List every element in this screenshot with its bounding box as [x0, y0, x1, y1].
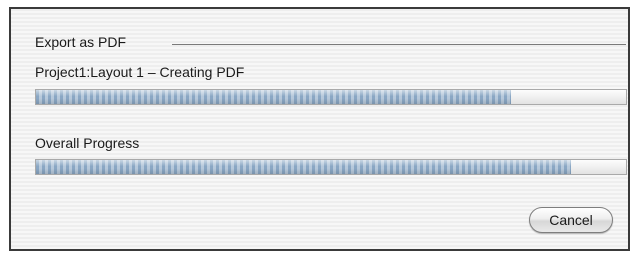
task-status-label: Project1:Layout 1 – Creating PDF	[35, 64, 245, 80]
task-progress-bar	[35, 89, 627, 105]
group-title: Export as PDF	[35, 34, 127, 50]
task-progress-fill	[36, 90, 511, 104]
cancel-button[interactable]: Cancel	[529, 207, 613, 233]
export-pdf-progress-dialog: Export as PDF Project1:Layout 1 – Creati…	[9, 7, 630, 251]
overall-progress-bar	[35, 159, 627, 175]
overall-progress-fill	[36, 160, 572, 174]
group-divider	[172, 44, 626, 45]
overall-progress-label: Overall Progress	[35, 135, 140, 151]
